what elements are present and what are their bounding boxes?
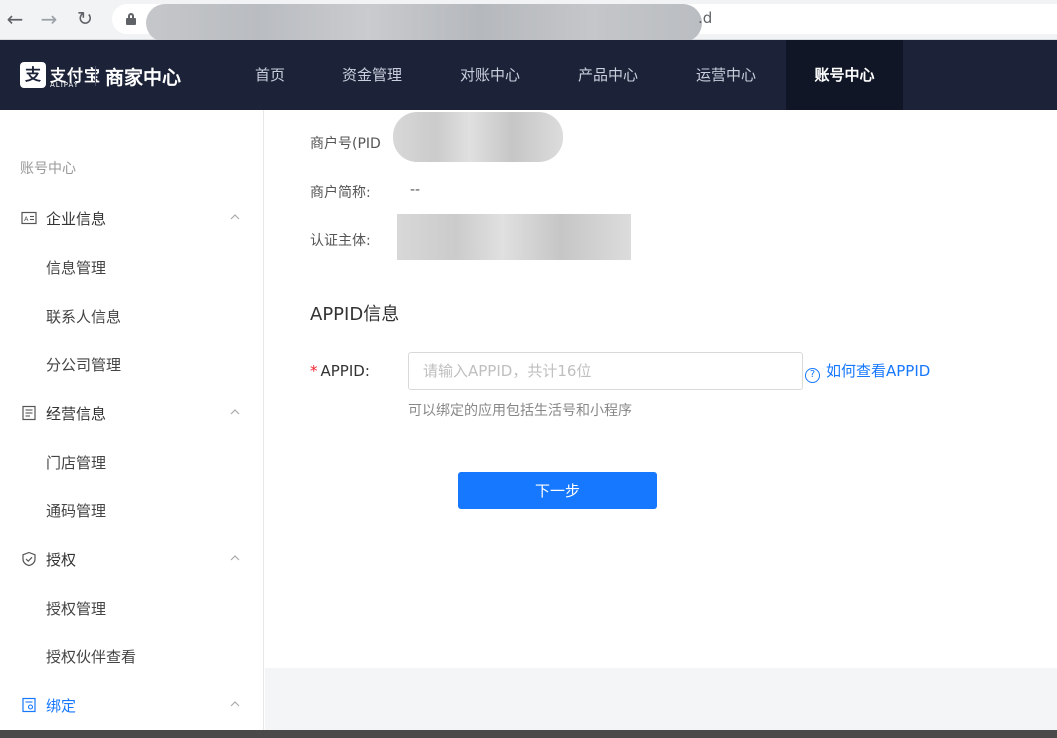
sidebar-group-label: 经营信息	[46, 405, 107, 423]
top-nav-home[interactable]: 首页	[236, 40, 304, 110]
redacted-merchant-id	[393, 112, 563, 162]
svg-text:A: A	[24, 215, 29, 223]
top-nav-account[interactable]: 账号中心	[786, 40, 903, 110]
content-footer	[265, 668, 1057, 730]
sidebar-item-branch-management[interactable]: 分公司管理	[0, 344, 264, 384]
sidebar-item-code-management[interactable]: 通码管理	[0, 490, 264, 530]
sidebar-item-partner-view[interactable]: 授权伙伴查看	[0, 636, 264, 676]
appid-input[interactable]	[408, 352, 803, 390]
alipay-logo-icon[interactable]: 支	[20, 62, 46, 88]
sidebar-item-store-management[interactable]: 门店管理	[0, 442, 264, 482]
logo-subtext: ALIPAY	[50, 81, 80, 89]
binding-icon	[22, 697, 36, 713]
next-step-button[interactable]: 下一步	[458, 472, 657, 509]
sidebar-heading: 账号中心	[20, 161, 76, 177]
sidebar-item-label: 门店管理	[46, 454, 107, 472]
app-title: 商家中心	[105, 67, 182, 89]
sidebar-item-label: 信息管理	[46, 259, 107, 277]
sidebar-item-contact-info[interactable]: 联系人信息	[0, 296, 264, 336]
sidebar-item-info-management[interactable]: 信息管理	[0, 247, 264, 287]
top-nav-reconciliation[interactable]: 对账中心	[440, 40, 540, 110]
sidebar: 账号中心 A 企业信息 信息管理 联系人信息 分公司管理 经营信息 门店管理 通	[0, 110, 264, 730]
shield-check-icon	[22, 551, 36, 567]
top-nav-products[interactable]: 产品中心	[558, 40, 658, 110]
logo-divider	[95, 66, 96, 86]
sidebar-item-authorization-management[interactable]: 授权管理	[0, 588, 264, 628]
sidebar-item-label: 授权管理	[46, 600, 107, 618]
top-nav-operations[interactable]: 运营中心	[676, 40, 776, 110]
document-icon	[22, 405, 36, 421]
sidebar-item-label: 通码管理	[46, 502, 107, 520]
redacted-entity	[397, 214, 631, 260]
forward-arrow-icon[interactable]: →	[36, 6, 62, 32]
sidebar-item-label: 分公司管理	[46, 356, 122, 374]
sidebar-group-business-info[interactable]: 经营信息	[0, 393, 264, 433]
window-bottom-edge	[0, 730, 1057, 738]
sidebar-group-label: 企业信息	[46, 210, 107, 228]
sidebar-group-authorization[interactable]: 授权	[0, 539, 264, 579]
sidebar-group-binding[interactable]: 绑定	[0, 685, 264, 725]
help-link[interactable]: ? 如何查看APPID	[805, 360, 930, 383]
top-nav-funds[interactable]: 资金管理	[322, 40, 422, 110]
sidebar-group-label: 绑定	[46, 697, 77, 715]
chevron-up-icon[interactable]	[230, 553, 240, 563]
sidebar-group-company-info[interactable]: A 企业信息	[0, 198, 264, 238]
chevron-up-icon[interactable]	[230, 212, 240, 222]
chevron-up-icon[interactable]	[230, 407, 240, 417]
required-asterisk-icon: *	[310, 362, 318, 380]
section-title: APPID信息	[310, 304, 400, 325]
question-circle-icon: ?	[805, 368, 820, 383]
id-card-icon: A	[21, 211, 37, 225]
address-bar[interactable]: .d	[112, 4, 1057, 42]
sidebar-group-label: 授权	[46, 551, 77, 569]
appid-hint: 可以绑定的应用包括生活号和小程序	[408, 403, 632, 419]
merchant-id-label: 商户号(PID	[310, 136, 381, 152]
short-name-label: 商户简称:	[310, 185, 371, 201]
appid-label: * APPID:	[310, 362, 370, 380]
top-header: 支 支付宝 ALIPAY 商家中心 首页 资金管理 对账中心 产品中心 运营中心…	[0, 40, 1057, 110]
lock-icon	[126, 13, 136, 25]
certified-entity-label: 认证主体:	[310, 233, 371, 249]
reload-icon[interactable]: ↻	[72, 6, 98, 32]
help-link-text: 如何查看APPID	[826, 362, 931, 380]
main-content: 商户号(PID 商户简称: -- 认证主体: APPID信息 *APPID: ?…	[265, 110, 1057, 668]
redacted-url	[146, 4, 702, 42]
short-name-value: --	[410, 182, 421, 198]
browser-toolbar: ← → ↻ .d	[0, 0, 1057, 42]
sidebar-item-label: 授权伙伴查看	[46, 648, 137, 666]
sidebar-item-label: 联系人信息	[46, 308, 122, 326]
url-text: .d	[698, 9, 713, 27]
chevron-up-icon[interactable]	[230, 699, 240, 709]
back-arrow-icon[interactable]: ←	[2, 6, 28, 32]
appid-label-text: APPID:	[320, 362, 370, 380]
